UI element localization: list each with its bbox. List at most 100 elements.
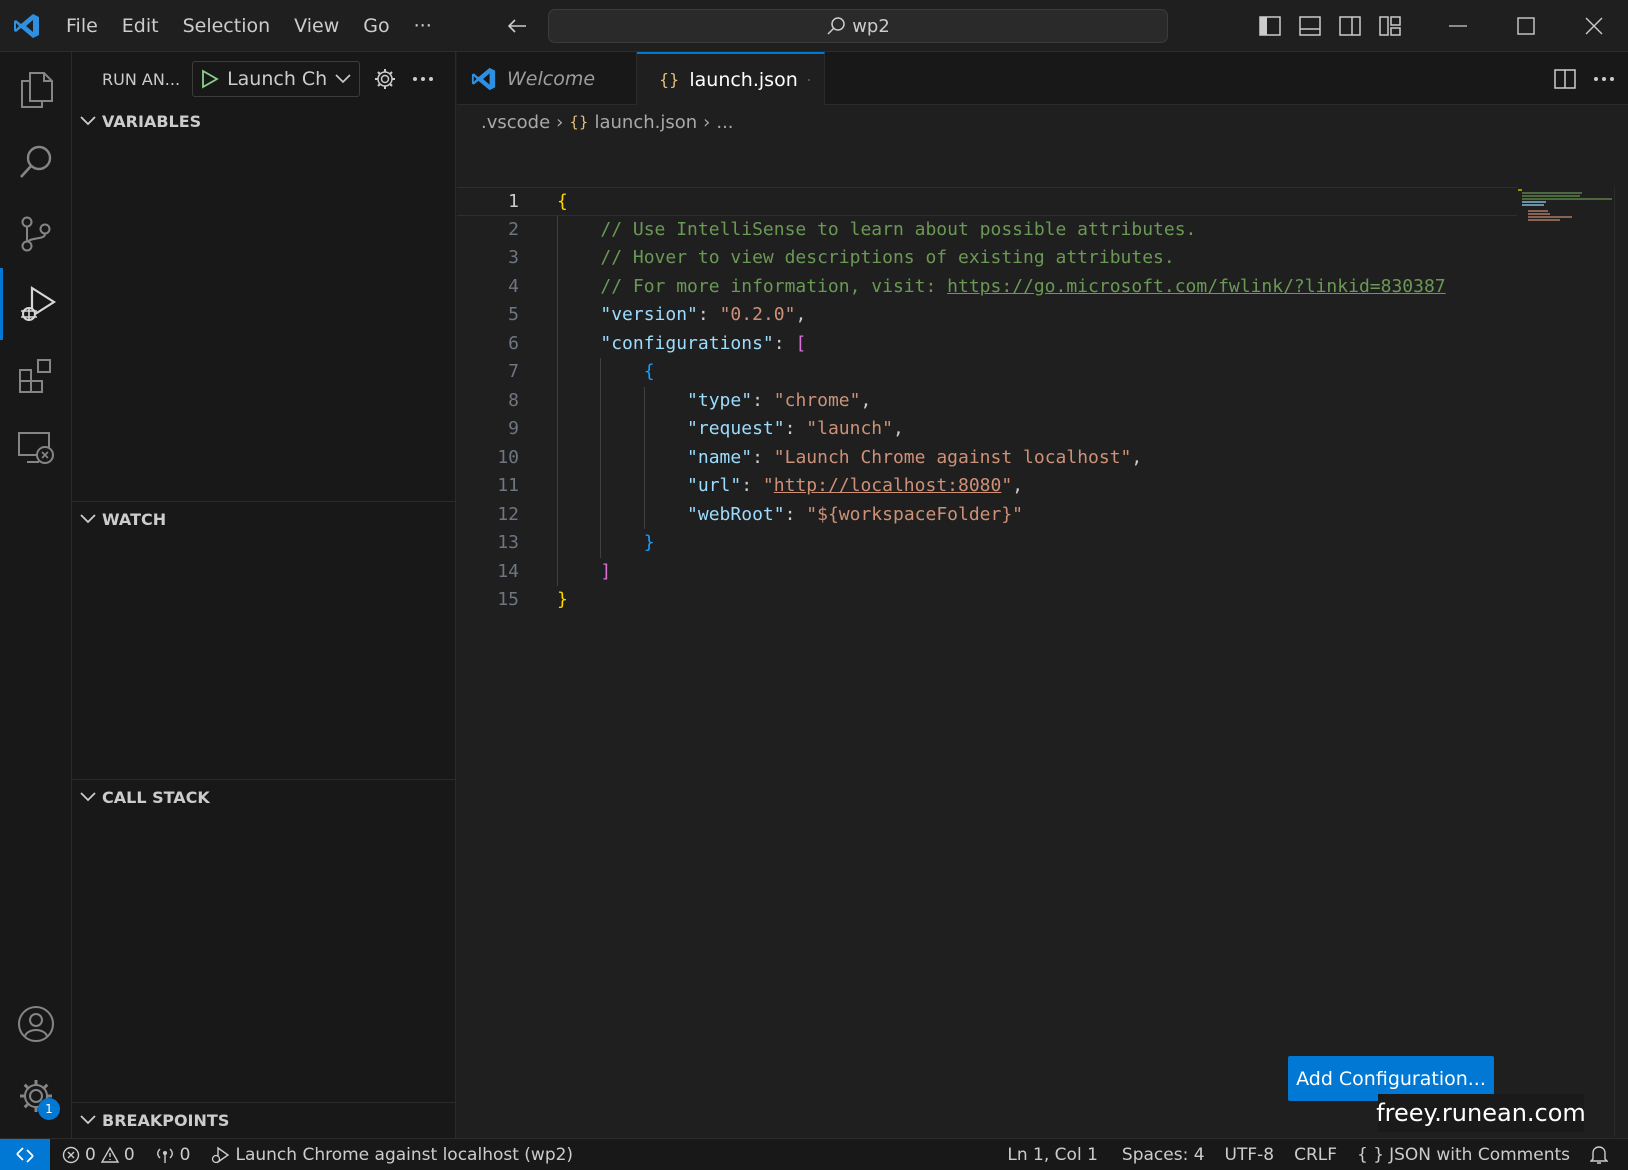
tab-welcome-label: Welcome (507, 67, 596, 90)
more-actions-icon[interactable] (404, 61, 442, 97)
code-token: : (752, 389, 774, 411)
line-number: 12 (497, 503, 519, 525)
chevron-down-icon (80, 514, 96, 524)
code-line[interactable]: 13 } (457, 529, 1517, 558)
variables-section: VARIABLES (72, 104, 456, 138)
menu-go[interactable]: Go (351, 0, 401, 52)
code-text: "type": "chrome", (557, 387, 871, 416)
tab-welcome[interactable]: Welcome (457, 52, 637, 105)
start-debugging-icon[interactable] (201, 69, 219, 89)
toggle-secondary-sidebar-icon[interactable] (1330, 0, 1370, 52)
code-text: "version": "0.2.0", (557, 301, 806, 330)
language-label: JSON with Comments (1389, 1145, 1570, 1165)
breakpoints-header[interactable]: BREAKPOINTS (72, 1103, 456, 1137)
menu-selection[interactable]: Selection (171, 0, 283, 52)
broadcast-icon (156, 1148, 173, 1163)
breadcrumb-folder[interactable]: .vscode (481, 112, 550, 133)
minimize-icon[interactable] (1424, 0, 1492, 52)
ports-count: 0 (179, 1144, 191, 1165)
code-text: "url": "http://localhost:8080", (557, 472, 1023, 501)
remote-explorer-icon[interactable] (0, 412, 72, 484)
launch-config-select[interactable]: Launch Ch (192, 61, 361, 97)
ports-indicator[interactable]: 0 (145, 1145, 201, 1165)
explorer-icon[interactable] (0, 54, 72, 126)
code-token: " (1001, 475, 1013, 496)
source-control-icon[interactable] (0, 198, 72, 270)
editor-area: Welcome {} launch.json .vscode › {} laun… (457, 52, 1628, 1138)
maximize-icon[interactable] (1492, 0, 1560, 52)
remote-indicator-icon[interactable] (0, 1138, 50, 1170)
menu-edit[interactable]: Edit (110, 0, 171, 52)
code-line[interactable]: 4 // For more information, visit: https:… (457, 272, 1517, 301)
code-line[interactable]: 1{ (457, 187, 1517, 216)
code-line[interactable]: 3 // Hover to view descriptions of exist… (457, 244, 1517, 273)
encoding[interactable]: UTF-8 (1215, 1145, 1285, 1165)
code-line[interactable]: 2 // Use IntelliSense to learn about pos… (457, 215, 1517, 244)
open-launch-json-gear-icon[interactable] (366, 61, 404, 97)
customize-layout-icon[interactable] (1370, 0, 1410, 52)
breadcrumb-file[interactable]: launch.json (594, 112, 697, 133)
notifications-bell-icon[interactable] (1580, 1145, 1628, 1165)
search-icon[interactable] (0, 126, 72, 198)
code-line[interactable]: 14 ] (457, 557, 1517, 586)
code-line[interactable]: 5 "version": "0.2.0", (457, 301, 1517, 330)
variables-header[interactable]: VARIABLES (72, 104, 456, 138)
menu-more[interactable]: ··· (402, 0, 444, 52)
end-of-line[interactable]: CRLF (1284, 1145, 1347, 1165)
toggle-primary-sidebar-icon[interactable] (1250, 0, 1290, 52)
code-token: https://go.microsoft.com/fwlink/?linkid=… (947, 275, 1446, 297)
code-line[interactable]: 8 "type": "chrome", (457, 386, 1517, 416)
tab-launch-json[interactable]: {} launch.json (637, 52, 825, 105)
menu-file[interactable]: File (54, 0, 110, 52)
watch-header[interactable]: WATCH (72, 502, 456, 536)
vscode-logo-icon (471, 67, 496, 90)
back-arrow-icon[interactable] (506, 15, 528, 37)
indentation[interactable]: Spaces: 4 (1108, 1145, 1215, 1165)
close-window-icon[interactable] (1560, 0, 1628, 52)
language-mode[interactable]: { } JSON with Comments (1347, 1145, 1580, 1165)
watch-section: WATCH (72, 501, 456, 536)
split-editor-icon[interactable] (1554, 68, 1576, 89)
call-stack-header[interactable]: CALL STACK (72, 780, 456, 814)
vertical-scrollbar[interactable] (1614, 187, 1628, 1137)
code-line[interactable]: 6 "configurations": [ (457, 329, 1517, 358)
code-line[interactable]: 9 "request": "launch", (457, 415, 1517, 444)
code-line[interactable]: 11 "url": "http://localhost:8080", (457, 472, 1517, 501)
code-line[interactable]: 10 "name": "Launch Chrome against localh… (457, 443, 1517, 472)
cursor-position[interactable]: Ln 1, Col 1 (997, 1145, 1108, 1165)
menu-view[interactable]: View (282, 0, 351, 52)
more-actions-icon[interactable] (1594, 76, 1614, 81)
editor-actions (1554, 52, 1614, 105)
code-line[interactable]: 12 "webRoot": "${workspaceFolder}" (457, 500, 1517, 529)
line-number: 4 (508, 275, 519, 297)
problems-indicator[interactable]: 0 0 (50, 1145, 145, 1165)
breadcrumb-symbol[interactable]: ... (716, 112, 733, 133)
code-token: "Launch Chrome against localhost" (773, 446, 1132, 468)
debug-target-label: Launch Chrome against localhost (wp2) (235, 1144, 574, 1165)
code-line[interactable]: 7 { (457, 358, 1517, 387)
code-token: , (1012, 475, 1024, 496)
breakpoints-section: BREAKPOINTS (72, 1102, 456, 1137)
minimap[interactable] (1516, 187, 1616, 227)
command-center-search[interactable]: wp2 (548, 9, 1168, 43)
code-token: "name" (687, 446, 753, 468)
extensions-icon[interactable] (0, 340, 72, 412)
code-token: http://localhost:8080 (773, 475, 1002, 496)
code-token: , (795, 304, 807, 325)
code-token: " (762, 475, 774, 496)
toggle-panel-icon[interactable] (1290, 0, 1330, 52)
sidebar-title: RUN AN... (102, 69, 181, 89)
accounts-icon[interactable] (0, 988, 72, 1060)
watermark-text: freey.runean.com (1376, 1094, 1586, 1132)
run-debug-icon[interactable] (0, 268, 72, 340)
manage-gear-icon[interactable]: 1 (0, 1060, 72, 1132)
debug-target-indicator[interactable]: Launch Chrome against localhost (wp2) (200, 1145, 583, 1165)
code-token: , (1131, 446, 1143, 468)
code-line[interactable]: 15} (457, 586, 1517, 615)
code-token: : (752, 446, 774, 468)
close-icon[interactable] (807, 73, 810, 87)
code-editor[interactable]: 1{2 // Use IntelliSense to learn about p… (457, 187, 1517, 615)
line-number: 15 (497, 589, 519, 610)
